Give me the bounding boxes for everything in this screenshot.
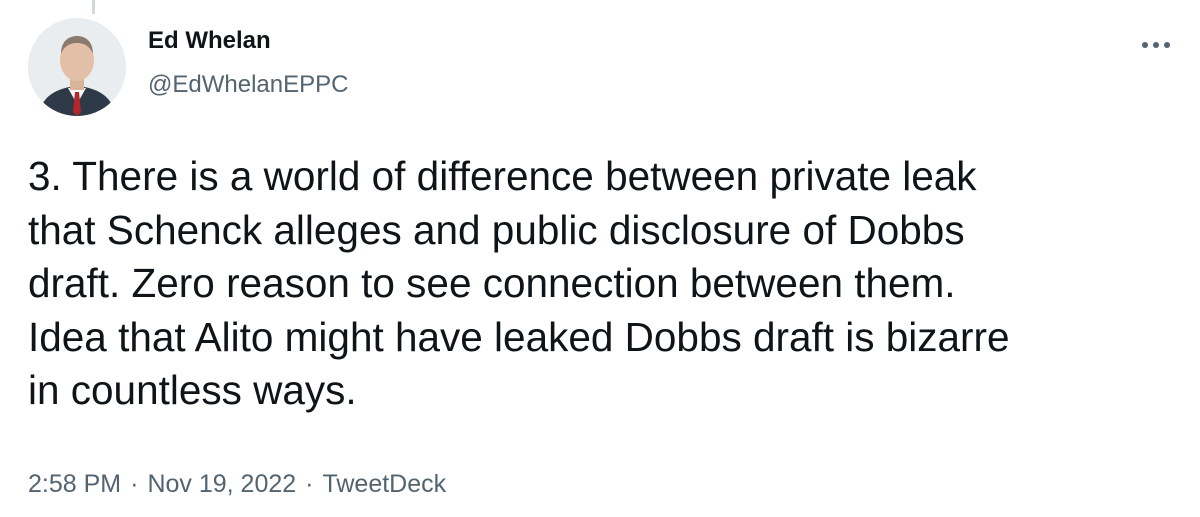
author-name[interactable]: Ed Whelan — [148, 26, 271, 56]
avatar-portrait-icon — [28, 18, 126, 116]
meta-separator: · — [305, 470, 314, 498]
tweet-meta: 2:58 PM · Nov 19, 2022 · TweetDeck — [28, 467, 446, 501]
more-options-icon — [1142, 42, 1170, 48]
tweet-source[interactable]: TweetDeck — [322, 470, 446, 498]
meta-separator: · — [130, 470, 139, 498]
tweet-date[interactable]: Nov 19, 2022 — [147, 470, 296, 498]
tweet-time[interactable]: 2:58 PM — [28, 470, 121, 498]
more-options-button[interactable] — [1136, 30, 1176, 60]
thread-connector-line — [92, 0, 95, 14]
tweet-text: 3. There is a world of difference betwee… — [28, 153, 1010, 413]
author-handle[interactable]: @EdWhelanEPPC — [148, 70, 348, 100]
avatar[interactable] — [28, 18, 126, 116]
